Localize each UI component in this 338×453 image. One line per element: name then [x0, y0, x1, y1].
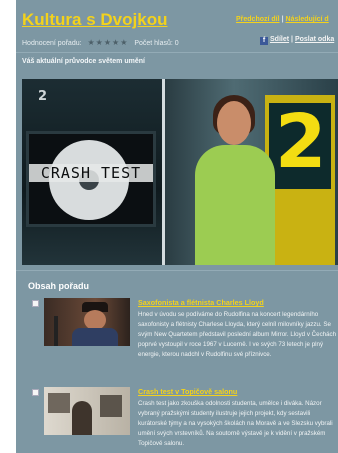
share-link[interactable]: Sdílet — [270, 36, 289, 43]
studio-logo: 2 — [275, 99, 327, 185]
shirt — [72, 328, 118, 346]
video-right-shot: 2 — [165, 79, 338, 265]
send-link[interactable]: Poslat odka — [295, 36, 334, 43]
video-player[interactable]: 2 CRASH TEST 2 — [22, 79, 338, 265]
face — [84, 310, 106, 330]
section-title: Obsah pořadu — [28, 281, 90, 291]
presenter-body — [195, 145, 275, 265]
rating-label: Hodnocení pořadu: — [22, 40, 82, 47]
item-description: Hned v úvodu se podíváme do Rudolfina na… — [138, 311, 337, 358]
channel-logo: 2 — [38, 89, 48, 104]
item-checkbox[interactable] — [32, 389, 39, 396]
crash-test-text: CRASH TEST — [29, 164, 153, 182]
artwork — [48, 393, 70, 413]
divider — [16, 52, 338, 53]
tagline: Váš aktuální průvodce světem umění — [22, 58, 145, 65]
episode-nav: Předchozí díl | Následující d — [236, 16, 329, 23]
share-separator: | — [291, 36, 293, 43]
nav-separator: | — [281, 16, 284, 23]
next-episode-link[interactable]: Následující d — [286, 16, 329, 23]
item-checkbox[interactable] — [32, 300, 39, 307]
item-info: Saxofonista a flétnista Charles Lloyd Hn… — [138, 298, 338, 360]
facebook-icon: f — [260, 37, 268, 45]
prev-episode-link[interactable]: Předchozí díl — [236, 16, 280, 23]
presenter-head — [217, 101, 251, 145]
item-info: Crash test v Topičově salonu Crash test … — [138, 387, 338, 449]
visitor-figure — [72, 401, 92, 435]
artwork — [100, 395, 122, 417]
item-title[interactable]: Saxofonista a flétnista Charles Lloyd — [138, 298, 338, 307]
votes-count: Počet hlasů: 0 — [134, 40, 179, 47]
divider — [16, 270, 338, 271]
monitor: CRASH TEST — [26, 131, 156, 227]
page-title[interactable]: Kultura s Dvojkou — [22, 10, 167, 30]
item-thumbnail[interactable] — [44, 387, 130, 435]
rating-stars[interactable]: ★★★★★ — [88, 38, 129, 47]
share-row: f Sdílet | Poslat odka — [260, 36, 334, 45]
rating-row: Hodnocení pořadu: ★★★★★ Počet hlasů: 0 — [22, 38, 179, 47]
video-left-shot: 2 CRASH TEST — [22, 79, 162, 265]
item-title[interactable]: Crash test v Topičově salonu — [138, 387, 338, 396]
page-frame: Kultura s Dvojkou Předchozí díl | Následuj… — [16, 0, 338, 453]
item-description: Crash test jako zkouška odolnosti studen… — [138, 400, 333, 447]
item-thumbnail[interactable] — [44, 298, 130, 346]
microphone — [54, 316, 58, 346]
